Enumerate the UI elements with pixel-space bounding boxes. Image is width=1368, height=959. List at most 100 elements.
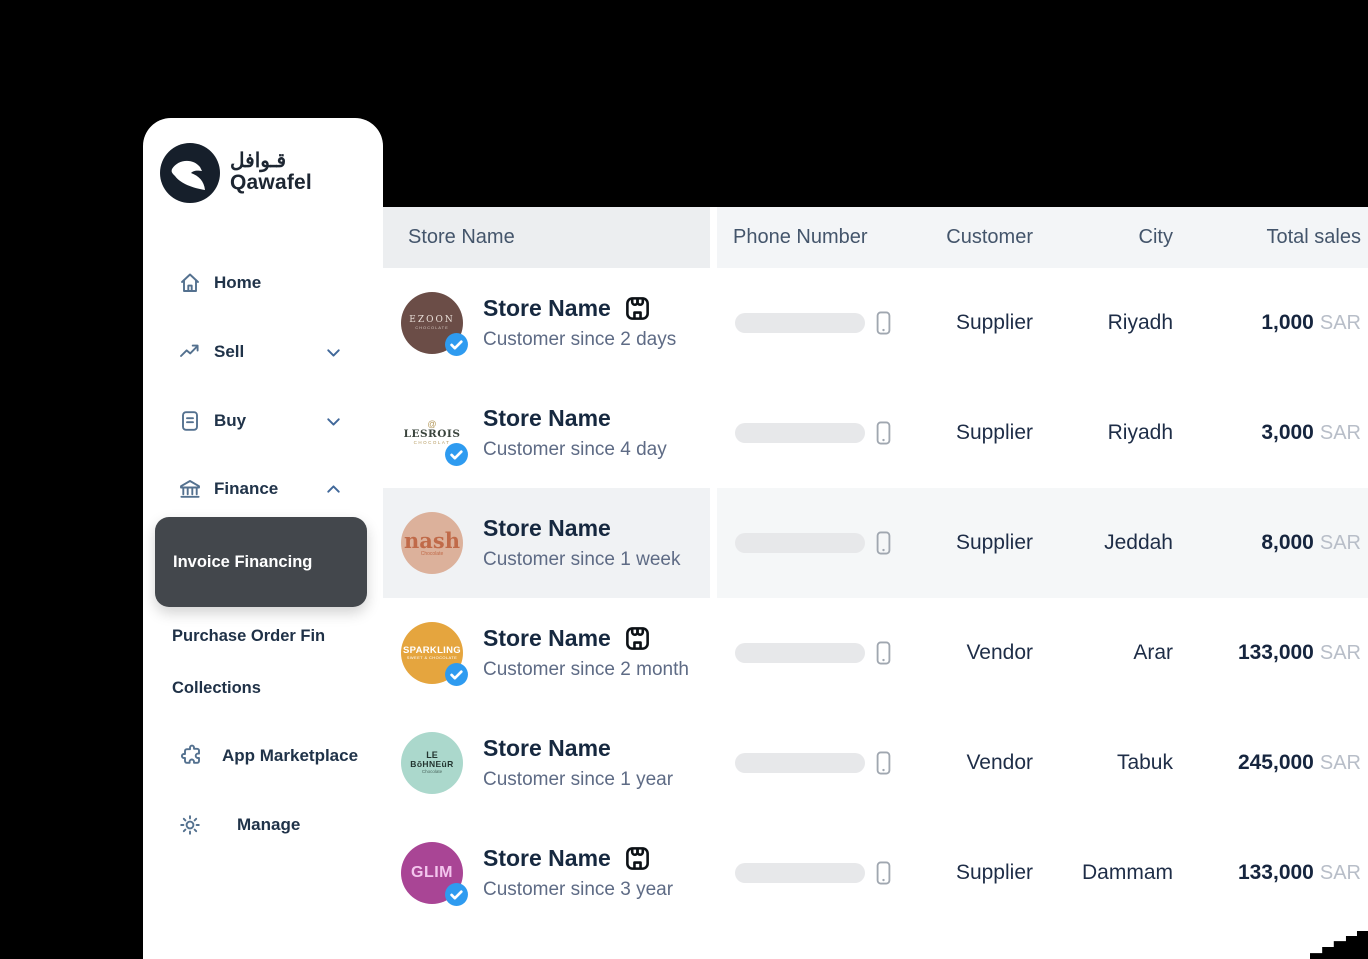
column-header-city: City — [1033, 226, 1173, 249]
store-avatar: SPARKLING SWEET & CHOCOLATE — [401, 622, 463, 684]
chevron-down-icon — [323, 342, 344, 363]
column-divider — [710, 207, 717, 959]
brand-name-english: Qawafel — [230, 172, 312, 194]
sidebar-item-finance[interactable]: Finance — [143, 469, 383, 509]
total-sales: 133,000SAR — [1173, 861, 1361, 885]
phone-icon[interactable] — [876, 641, 891, 665]
phone-number-placeholder — [735, 863, 865, 883]
city: Riyadh — [1033, 311, 1173, 335]
phone-number-placeholder — [735, 643, 865, 663]
chevron-down-icon — [323, 411, 344, 432]
storefront-icon — [624, 845, 651, 872]
city: Dammam — [1033, 861, 1173, 885]
sidebar-item-invoice-financing[interactable]: Invoice Financing — [155, 517, 367, 607]
phone-number-placeholder — [735, 533, 865, 553]
table-row[interactable]: SPARKLING SWEET & CHOCOLATE Store Name C… — [383, 598, 710, 708]
sidebar-item-home[interactable]: Home — [143, 263, 383, 303]
table-row[interactable]: @ LESROIS CHOCOLAT Store Name Customer s… — [383, 378, 710, 488]
store-name: Store Name — [483, 295, 611, 322]
phone-icon[interactable] — [876, 421, 891, 445]
store-name: Store Name — [483, 405, 611, 432]
store-name: Store Name — [483, 515, 611, 542]
bank-icon — [178, 477, 202, 501]
customer-since: Customer since 3 year — [483, 879, 673, 901]
phone-icon[interactable] — [876, 861, 891, 885]
brand-name-arabic: قـوافل — [230, 151, 312, 172]
verified-badge-icon — [444, 882, 469, 907]
storefront-icon — [624, 625, 651, 652]
phone-icon[interactable] — [876, 311, 891, 335]
verified-badge-icon — [444, 662, 469, 687]
store-name: Store Name — [483, 735, 611, 762]
city: Riyadh — [1033, 421, 1173, 445]
phone-number-placeholder — [735, 753, 865, 773]
store-logo: LE BōHNEūR Chocolate — [401, 732, 463, 794]
table-row[interactable]: GLIM Store Name Customer since 3 year — [383, 818, 710, 928]
store-avatar: @ LESROIS CHOCOLAT — [401, 402, 463, 464]
city: Arar — [1033, 641, 1173, 665]
sidebar-item-manage[interactable]: Manage — [143, 805, 383, 845]
column-header-total-sales: Total sales — [1173, 226, 1361, 249]
customer-since: Customer since 1 week — [483, 549, 680, 571]
table-row[interactable]: Vendor Arar 133,000SAR — [717, 598, 1368, 708]
sidebar-item-label: Home — [214, 273, 261, 293]
table-row[interactable]: Supplier Jeddah 8,000SAR — [717, 488, 1368, 598]
table-row[interactable]: EZOON CHOCOLATE Store Name Customer sinc… — [383, 268, 710, 378]
sidebar-item-label: Manage — [237, 815, 300, 835]
customer-type: Supplier — [898, 421, 1033, 445]
sidebar-item-label: Purchase Order Fin — [172, 627, 325, 646]
customer-type: Vendor — [898, 751, 1033, 775]
chevron-up-icon — [323, 479, 344, 500]
table-row[interactable]: nash Chocolate Store Name Customer since… — [383, 488, 710, 598]
sidebar-item-purchase-order-fin[interactable]: Purchase Order Fin — [172, 621, 325, 651]
sidebar-item-label: Sell — [214, 342, 244, 362]
storefront-icon — [624, 295, 651, 322]
table-row[interactable]: LE BōHNEūR Chocolate Store Name Customer… — [383, 708, 710, 818]
store-name: Store Name — [483, 845, 611, 872]
sidebar: قـوافل Qawafel Home Sell Buy Finance Inv… — [143, 118, 383, 959]
city: Jeddah — [1033, 531, 1173, 555]
table-header: Phone Number Customer City Total sales — [717, 207, 1368, 268]
sidebar-item-app-marketplace[interactable]: App Marketplace — [143, 736, 383, 776]
total-sales: 1,000SAR — [1173, 311, 1361, 335]
store-avatar: EZOON CHOCOLATE — [401, 292, 463, 354]
customer-type: Supplier — [898, 531, 1033, 555]
total-sales: 3,000SAR — [1173, 421, 1361, 445]
total-sales: 133,000SAR — [1173, 641, 1361, 665]
store-name-column: Store Name EZOON CHOCOLATE Store Name Cu… — [383, 207, 710, 959]
customer-since: Customer since 4 day — [483, 439, 667, 461]
column-header-phone-number: Phone Number — [717, 226, 898, 249]
sidebar-item-collections[interactable]: Collections — [172, 673, 261, 703]
sidebar-item-label: App Marketplace — [222, 746, 358, 766]
total-sales: 245,000SAR — [1173, 751, 1361, 775]
store-avatar: LE BōHNEūR Chocolate — [401, 732, 463, 794]
customer-type: Vendor — [898, 641, 1033, 665]
store-avatar: GLIM — [401, 842, 463, 904]
home-icon — [178, 271, 202, 295]
column-header-customer: Customer — [898, 226, 1033, 249]
table-row[interactable]: Supplier Riyadh 3,000SAR — [717, 378, 1368, 488]
verified-badge-icon — [444, 332, 469, 357]
phone-icon[interactable] — [876, 531, 891, 555]
phone-number-placeholder — [735, 423, 865, 443]
verified-badge-icon — [444, 442, 469, 467]
column-header-store-name: Store Name — [383, 207, 710, 268]
sidebar-item-sell[interactable]: Sell — [143, 332, 383, 372]
store-logo: nash Chocolate — [401, 512, 463, 574]
table-row[interactable]: Vendor Tabuk 245,000SAR — [717, 708, 1368, 818]
phone-icon[interactable] — [876, 751, 891, 775]
sidebar-item-label: Finance — [214, 479, 278, 499]
table-data-columns: Phone Number Customer City Total sales S… — [717, 207, 1368, 959]
puzzle-icon — [180, 744, 204, 768]
sidebar-item-label: Collections — [172, 679, 261, 698]
city: Tabuk — [1033, 751, 1173, 775]
trend-up-icon — [178, 340, 202, 364]
store-avatar: nash Chocolate — [401, 512, 463, 574]
table-row[interactable]: Supplier Riyadh 1,000SAR — [717, 268, 1368, 378]
phone-number-placeholder — [735, 313, 865, 333]
customer-since: Customer since 2 days — [483, 329, 676, 351]
sidebar-item-buy[interactable]: Buy — [143, 401, 383, 441]
gear-icon — [178, 813, 202, 837]
table-row[interactable]: Supplier Dammam 133,000SAR — [717, 818, 1368, 928]
customer-since: Customer since 1 year — [483, 769, 673, 791]
